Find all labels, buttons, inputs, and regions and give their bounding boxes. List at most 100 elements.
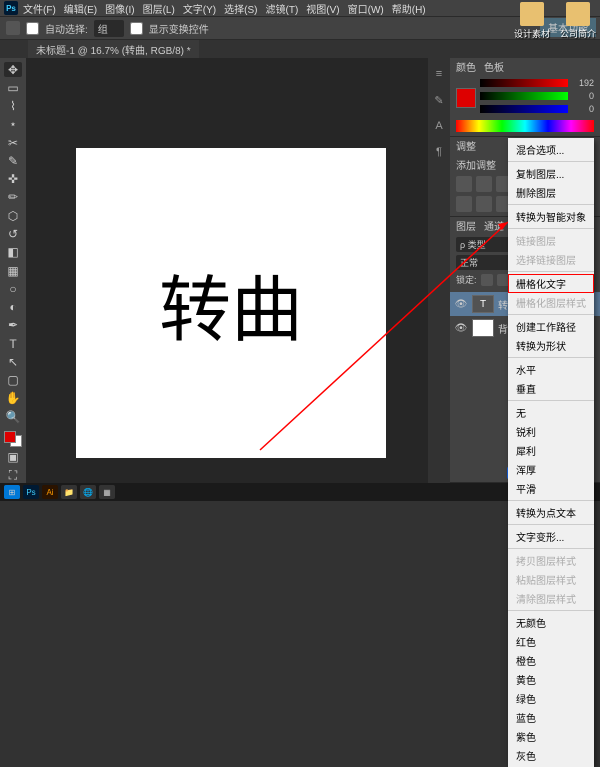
ctx-item[interactable]: 栅格化文字 [508, 274, 594, 293]
adj-brightness-icon[interactable] [456, 176, 472, 192]
zoom-tool[interactable]: 🔍 [4, 409, 22, 424]
ctx-item[interactable]: 转换为形状 [508, 336, 594, 355]
type-tool[interactable]: T [4, 336, 22, 351]
ctx-item[interactable]: 蓝色 [508, 708, 594, 727]
adj-levels-icon[interactable] [476, 176, 492, 192]
ctx-item[interactable]: 转换为智能对象 [508, 207, 594, 226]
g-value[interactable]: 0 [572, 91, 594, 101]
marquee-tool[interactable]: ▭ [4, 80, 22, 95]
move-tool[interactable]: ✥ [4, 62, 22, 77]
blur-tool[interactable]: ○ [4, 281, 22, 296]
ctx-item[interactable]: 犀利 [508, 441, 594, 460]
canvas-area[interactable]: 转曲 [26, 58, 428, 483]
task-browser-icon[interactable]: 🌐 [80, 485, 96, 499]
adj-mixer-icon[interactable] [476, 196, 492, 212]
menu-window[interactable]: 窗口(W) [345, 1, 387, 16]
menu-help[interactable]: 帮助(H) [389, 1, 429, 16]
auto-select-dropdown[interactable]: 组 [94, 20, 124, 37]
ctx-item[interactable]: 垂直 [508, 379, 594, 398]
ctx-item[interactable]: 水平 [508, 360, 594, 379]
layers-tab[interactable]: 图层 [456, 218, 476, 233]
visibility-icon[interactable]: 👁 [454, 297, 468, 311]
ctx-item[interactable]: 转换为点文本 [508, 503, 594, 522]
task-ai-icon[interactable]: Ai [42, 485, 58, 499]
canvas[interactable]: 转曲 [76, 148, 386, 458]
start-button[interactable]: ⊞ [4, 485, 20, 499]
color-tab[interactable]: 颜色 [456, 59, 476, 74]
ctx-item[interactable]: 黄色 [508, 670, 594, 689]
ctx-item[interactable]: 混合选项... [508, 140, 594, 159]
color-swatch[interactable] [4, 431, 22, 446]
menu-file[interactable]: 文件(F) [20, 1, 59, 16]
adj-photo-icon[interactable] [456, 196, 472, 212]
b-value[interactable]: 0 [572, 104, 594, 114]
adjustments-tab[interactable]: 调整 [456, 138, 476, 153]
history-icon[interactable]: ≡ [431, 66, 447, 82]
r-slider[interactable] [480, 79, 568, 87]
menu-edit[interactable]: 编辑(E) [61, 1, 100, 16]
ctx-item[interactable]: 绿色 [508, 689, 594, 708]
lock-trans-icon[interactable] [481, 274, 493, 286]
gradient-tool[interactable]: ▦ [4, 263, 22, 278]
ctx-item[interactable]: 平滑 [508, 479, 594, 498]
lock-label: 锁定: [456, 273, 477, 286]
task-folder-icon[interactable]: 📁 [61, 485, 77, 499]
ctx-item[interactable]: 红色 [508, 632, 594, 651]
g-slider[interactable] [480, 92, 568, 100]
menu-select[interactable]: 选择(S) [221, 1, 260, 16]
lasso-tool[interactable]: ⌇ [4, 99, 22, 114]
visibility-icon[interactable]: 👁 [454, 321, 468, 335]
quickmask-tool[interactable]: ▣ [4, 450, 22, 465]
brush-tool[interactable]: ✏ [4, 190, 22, 205]
desktop-icon[interactable]: 公司简介 [560, 2, 596, 40]
show-transform-checkbox[interactable] [130, 22, 143, 35]
ctx-item[interactable]: 浑厚 [508, 460, 594, 479]
ctx-item[interactable]: 橙色 [508, 651, 594, 670]
ctx-item[interactable]: 创建工作路径 [508, 317, 594, 336]
dodge-tool[interactable]: ◐ [4, 299, 22, 314]
menu-image[interactable]: 图像(I) [102, 1, 137, 16]
swatches-tab[interactable]: 色板 [484, 59, 504, 74]
eyedropper-tool[interactable]: ✎ [4, 153, 22, 168]
path-tool[interactable]: ↖ [4, 354, 22, 369]
document-tab[interactable]: 未标题-1 @ 16.7% (转曲, RGB/8) * [28, 40, 199, 59]
b-slider[interactable] [480, 105, 568, 113]
task-ps-icon[interactable]: Ps [23, 485, 39, 499]
history-brush-tool[interactable]: ↺ [4, 226, 22, 241]
stamp-tool[interactable]: ⬡ [4, 208, 22, 223]
brush-presets-icon[interactable]: ✎ [431, 92, 447, 108]
para-panel-icon[interactable]: ¶ [431, 144, 447, 160]
crop-tool[interactable]: ✂ [4, 135, 22, 150]
ctx-item[interactable]: 灰色 [508, 746, 594, 765]
eraser-tool[interactable]: ◧ [4, 245, 22, 260]
r-value[interactable]: 192 [572, 78, 594, 88]
ctx-item[interactable]: 无颜色 [508, 613, 594, 632]
desktop-icon[interactable]: 设计素材 [514, 2, 550, 40]
spectrum[interactable] [456, 120, 594, 132]
channels-tab[interactable]: 通道 [484, 218, 504, 233]
shape-tool[interactable]: ▢ [4, 373, 22, 388]
ctx-item[interactable]: 复制图层... [508, 164, 594, 183]
foreground-swatch[interactable] [456, 88, 476, 108]
wand-tool[interactable]: ⋆ [4, 117, 22, 132]
pen-tool[interactable]: ✒ [4, 318, 22, 333]
menu-type[interactable]: 文字(Y) [180, 1, 219, 16]
auto-select-checkbox[interactable] [26, 22, 39, 35]
screenmode-tool[interactable]: ⛶ [4, 468, 22, 483]
heal-tool[interactable]: ✜ [4, 172, 22, 187]
ctx-item[interactable]: 无 [508, 403, 594, 422]
menu-view[interactable]: 视图(V) [303, 1, 342, 16]
hand-tool[interactable]: ✋ [4, 391, 22, 406]
ctx-item[interactable]: 删除图层 [508, 183, 594, 202]
ctx-item: 清除图层样式 [508, 589, 594, 608]
ctx-item: 链接图层 [508, 231, 594, 250]
ctx-item[interactable]: 锐利 [508, 422, 594, 441]
menu-filter[interactable]: 滤镜(T) [263, 1, 302, 16]
task-app-icon[interactable]: ▦ [99, 485, 115, 499]
char-panel-icon[interactable]: A [431, 118, 447, 134]
menu-layer[interactable]: 图层(L) [140, 1, 178, 16]
lock-pixel-icon[interactable] [497, 274, 509, 286]
ctx-item[interactable]: 文字变形... [508, 527, 594, 546]
show-transform-label: 显示变换控件 [149, 21, 209, 36]
ctx-item[interactable]: 紫色 [508, 727, 594, 746]
